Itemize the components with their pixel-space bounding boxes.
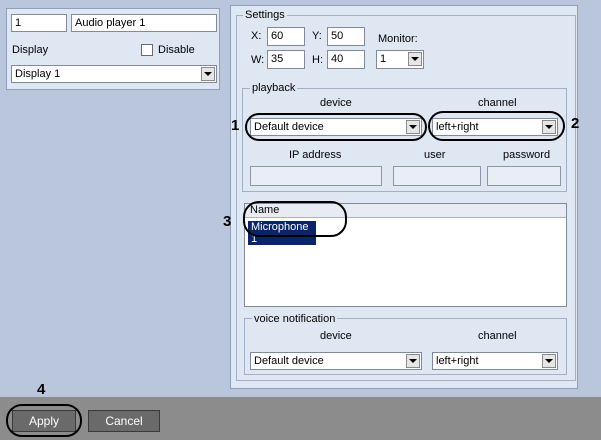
- ip-address-label: IP address: [289, 149, 342, 161]
- voice-notification-title: voice notification: [252, 313, 338, 325]
- w-field[interactable]: 35: [267, 50, 305, 69]
- voice-device-select[interactable]: Default device: [250, 352, 422, 370]
- chevron-down-icon[interactable]: [406, 354, 420, 368]
- playback-channel-label: channel: [478, 97, 517, 109]
- user-label: user: [424, 149, 446, 161]
- monitor-label: Monitor:: [378, 33, 418, 45]
- settings-title: Settings: [243, 9, 287, 21]
- chevron-down-icon[interactable]: [542, 354, 556, 368]
- voice-channel-label: channel: [478, 330, 517, 342]
- playback-device-label: device: [320, 97, 352, 109]
- cancel-button[interactable]: Cancel: [88, 410, 160, 432]
- x-field[interactable]: 60: [267, 27, 305, 46]
- list-item[interactable]: Microphone 1: [248, 221, 316, 245]
- microphone-list[interactable]: Name Microphone 1: [244, 203, 567, 307]
- playback-device-select[interactable]: Default device: [250, 118, 422, 136]
- display-select[interactable]: Display 1: [11, 65, 217, 83]
- object-id-field[interactable]: 1: [11, 14, 67, 32]
- h-field[interactable]: 40: [327, 50, 365, 69]
- chevron-down-icon[interactable]: [406, 120, 420, 134]
- ip-address-field[interactable]: [250, 166, 382, 186]
- monitor-select[interactable]: 1: [376, 50, 424, 69]
- voice-channel-value: left+right: [436, 355, 479, 367]
- chevron-down-icon[interactable]: [201, 67, 215, 81]
- user-field[interactable]: [393, 166, 481, 186]
- callout-number-3: 3: [223, 213, 232, 230]
- list-header-name[interactable]: Name: [245, 204, 566, 218]
- display-label: Display: [12, 44, 49, 56]
- object-panel: 1 Audio player 1 Display Disable Display…: [6, 8, 220, 90]
- callout-number-4: 4: [37, 381, 46, 398]
- disable-label: Disable: [158, 44, 195, 56]
- playback-channel-value: left+right: [436, 121, 479, 133]
- playback-title: playback: [250, 82, 298, 94]
- disable-checkbox[interactable]: [141, 44, 153, 56]
- voice-device-label: device: [320, 330, 352, 342]
- y-label: Y:: [312, 30, 322, 42]
- playback-channel-select[interactable]: left+right: [432, 118, 558, 136]
- voice-device-value: Default device: [254, 355, 324, 367]
- apply-button[interactable]: Apply: [12, 410, 76, 432]
- w-label: W:: [251, 54, 265, 66]
- callout-number-2: 2: [571, 115, 580, 132]
- chevron-down-icon[interactable]: [542, 120, 556, 134]
- chevron-down-icon[interactable]: [408, 52, 422, 66]
- voice-channel-select[interactable]: left+right: [432, 352, 558, 370]
- display-select-value: Display 1: [15, 68, 61, 80]
- callout-number-1: 1: [231, 117, 240, 134]
- playback-device-value: Default device: [254, 121, 324, 133]
- y-field[interactable]: 50: [327, 27, 365, 46]
- h-label: H:: [312, 54, 323, 66]
- monitor-select-value: 1: [380, 53, 387, 65]
- password-field[interactable]: [487, 166, 561, 186]
- object-name-field[interactable]: Audio player 1: [71, 14, 217, 32]
- password-label: password: [503, 149, 551, 161]
- x-label: X:: [251, 30, 262, 42]
